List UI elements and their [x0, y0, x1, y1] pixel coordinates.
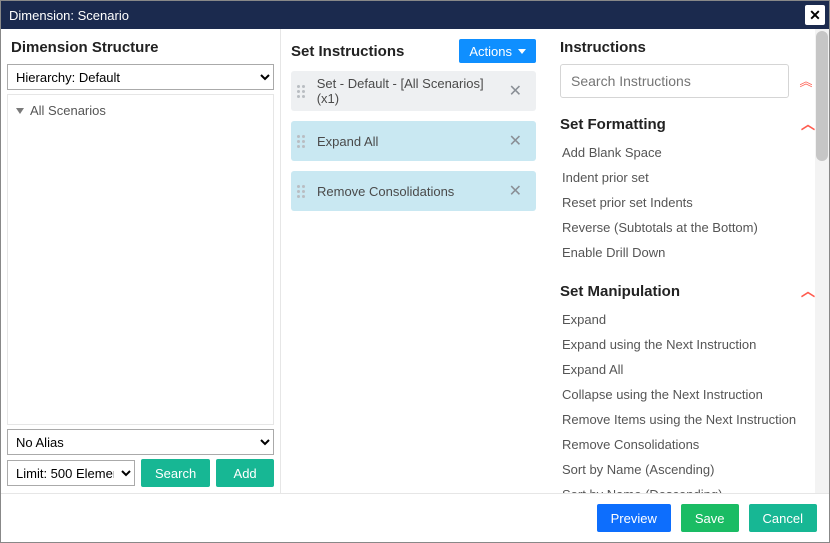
close-icon: ✕	[809, 8, 821, 22]
instruction-option[interactable]: Add Blank Space	[560, 140, 815, 165]
limit-select[interactable]: Limit: 500 Elements	[7, 460, 135, 486]
instruction-option[interactable]: Remove Consolidations	[560, 432, 815, 457]
instruction-group: Set Manipulation ︿ ExpandExpand using the …	[546, 275, 815, 493]
instruction-option[interactable]: Expand using the Next Instruction	[560, 332, 815, 357]
cancel-button[interactable]: Cancel	[749, 504, 817, 532]
group-title: Set Formatting	[560, 116, 666, 133]
instruction-label: Remove Consolidations	[317, 184, 505, 199]
dialog-title: Dimension: Scenario	[9, 8, 129, 23]
tree-root-label: All Scenarios	[30, 103, 106, 118]
chevron-down-icon	[518, 49, 526, 54]
group-title: Set Manipulation	[560, 283, 680, 300]
alias-select[interactable]: No Alias	[7, 429, 274, 455]
instruction-option[interactable]: Enable Drill Down	[560, 240, 815, 265]
instruction-option[interactable]: Sort by Name (Ascending)	[560, 457, 815, 482]
dialog-body: Dimension Structure Hierarchy: Default A…	[1, 29, 829, 493]
chevron-down-icon	[16, 108, 24, 114]
drag-handle-icon[interactable]	[297, 135, 309, 148]
dimension-structure-panel: Dimension Structure Hierarchy: Default A…	[1, 29, 281, 493]
instruction-option[interactable]: Reset prior set Indents	[560, 190, 815, 215]
hierarchy-tree[interactable]: All Scenarios	[7, 94, 274, 425]
instruction-option[interactable]: Reverse (Subtotals at the Bottom)	[560, 215, 815, 240]
actions-button[interactable]: Actions	[459, 39, 536, 63]
dialog-footer: Preview Save Cancel	[1, 493, 829, 542]
instruction-option[interactable]: Remove Items using the Next Instruction	[560, 407, 815, 432]
preview-button[interactable]: Preview	[597, 504, 671, 532]
remove-instruction-icon[interactable]: ✕	[505, 81, 526, 101]
scrollbar-thumb[interactable]	[816, 31, 828, 161]
instructions-library-panel: Instructions ︽ Set Formatting ︿ Add Blank …	[546, 29, 829, 493]
scrollbar[interactable]	[815, 29, 829, 493]
instruction-option[interactable]: Collapse using the Next Instruction	[560, 382, 815, 407]
search-instructions-input[interactable]	[560, 64, 789, 98]
titlebar: Dimension: Scenario ✕	[1, 1, 829, 29]
save-button[interactable]: Save	[681, 504, 739, 532]
instruction-option[interactable]: Expand All	[560, 357, 815, 382]
instruction-row[interactable]: Set - Default - [All Scenarios] (x1)✕	[291, 71, 536, 111]
remove-instruction-icon[interactable]: ✕	[505, 181, 526, 201]
instructions-header: Instructions	[546, 29, 815, 64]
remove-instruction-icon[interactable]: ✕	[505, 131, 526, 151]
set-instructions-panel: Set Instructions Actions Set - Default -…	[281, 29, 546, 493]
set-instructions-header: Set Instructions Actions	[281, 29, 546, 71]
group-items: ExpandExpand using the Next InstructionE…	[560, 307, 815, 493]
add-button[interactable]: Add	[216, 459, 274, 487]
instruction-group-header[interactable]: Set Manipulation ︿	[560, 275, 815, 307]
instruction-option[interactable]: Indent prior set	[560, 165, 815, 190]
hierarchy-select[interactable]: Hierarchy: Default	[7, 64, 274, 90]
instruction-row[interactable]: Expand All✕	[291, 121, 536, 161]
left-bottom-controls: No Alias Limit: 500 Elements Search Add	[1, 425, 280, 493]
dimension-dialog: Dimension: Scenario ✕ Dimension Structur…	[0, 0, 830, 543]
group-items: Add Blank SpaceIndent prior setReset pri…	[560, 140, 815, 265]
chevron-up-icon[interactable]: ︿	[801, 114, 815, 134]
search-button[interactable]: Search	[141, 459, 210, 487]
dimension-structure-header: Dimension Structure	[1, 29, 280, 64]
instruction-group-header[interactable]: Set Formatting ︿	[560, 108, 815, 140]
instruction-row[interactable]: Remove Consolidations✕	[291, 171, 536, 211]
instruction-group: Set Formatting ︿ Add Blank SpaceIndent pri…	[546, 108, 815, 275]
drag-handle-icon[interactable]	[297, 85, 309, 98]
chevron-up-icon[interactable]: ︿	[801, 281, 815, 301]
drag-handle-icon[interactable]	[297, 185, 309, 198]
instruction-list: Set - Default - [All Scenarios] (x1)✕Exp…	[281, 71, 546, 221]
instruction-option[interactable]: Sort by Name (Descending)	[560, 482, 815, 493]
instruction-label: Set - Default - [All Scenarios] (x1)	[317, 76, 505, 106]
close-button[interactable]: ✕	[805, 5, 825, 25]
collapse-all-icon[interactable]: ︽	[797, 75, 815, 88]
instruction-option[interactable]: Expand	[560, 307, 815, 332]
instruction-label: Expand All	[317, 134, 505, 149]
tree-root-item[interactable]: All Scenarios	[14, 101, 267, 120]
